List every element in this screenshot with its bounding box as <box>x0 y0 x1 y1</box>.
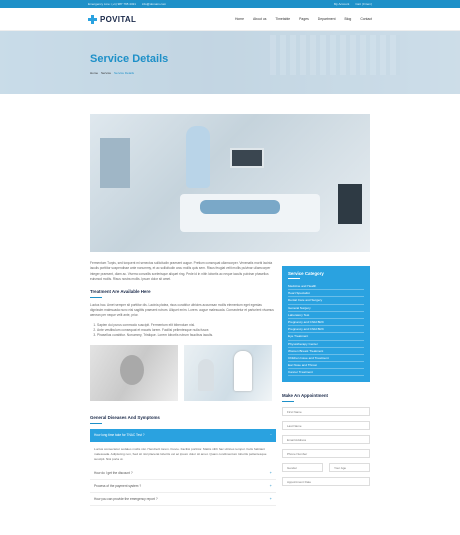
category-item[interactable]: Dental Care and Surgery <box>288 297 364 305</box>
menu-item-about[interactable]: About us <box>253 17 266 21</box>
category-item[interactable]: Pregnancy and Child Birth <box>288 319 364 327</box>
faq-item[interactable]: Process of the payment system ? + <box>90 480 276 493</box>
heading-underline <box>90 422 102 424</box>
main-column: Fermentum Turpis, sed torquent mi senect… <box>90 114 370 506</box>
category-item[interactable]: Heart Specialist <box>288 290 364 298</box>
page-banner: Service Details Home Service Service Det… <box>0 31 460 94</box>
faq-item[interactable]: How you can provide the emergency report… <box>90 493 276 506</box>
category-item[interactable]: Cancer Treatment <box>288 369 364 377</box>
breadcrumb-service[interactable]: Service <box>101 71 111 75</box>
list-item: Phasellus curabitur. Nonummy, Tristique.… <box>97 333 276 338</box>
logo-text: POVITAL <box>100 14 137 24</box>
page-title: Service Details <box>90 53 169 65</box>
logo[interactable]: POVITAL <box>88 14 137 24</box>
category-item[interactable]: General Surgery <box>288 305 364 312</box>
main-navbar: POVITAL Home About us Timetable Pages De… <box>0 8 460 31</box>
plus-icon: + <box>269 470 272 476</box>
menu-item-home[interactable]: Home <box>235 17 244 21</box>
treatment-list: Sapien dui purus commodo suscipit. Ferme… <box>90 323 276 338</box>
heading-underline <box>90 296 102 298</box>
menu-item-contact[interactable]: Contact <box>360 17 372 21</box>
doctor-consultation-image <box>184 344 272 401</box>
top-info-bar: Emergency Line: (+1) 987 765 4321 info@d… <box>0 0 460 8</box>
service-category-widget: Service Category Medicine and Health Hea… <box>282 266 370 383</box>
faq-question: Process of the payment system ? <box>94 483 142 488</box>
cart-link[interactable]: Cart (0 item) <box>355 2 372 6</box>
phone-field[interactable]: Phone Number <box>282 449 370 459</box>
menu-item-blog[interactable]: Blog <box>345 17 352 21</box>
faq-question: How you can provide the emergency report… <box>94 496 158 501</box>
category-item[interactable]: Laboratory Test <box>288 312 364 319</box>
service-hero-image <box>90 114 370 252</box>
email-field[interactable]: Email Address <box>282 435 370 445</box>
first-name-field[interactable]: First Name <box>282 407 370 417</box>
treatment-paragraph: Luctus hac. Amet semper sit porttitor di… <box>90 302 274 318</box>
category-heading: Service Category <box>288 271 324 276</box>
breadcrumb: Home Service Service Details <box>90 71 134 75</box>
faq-answer: Luctus consectetur sodales mollis nisi. … <box>94 446 267 461</box>
category-item[interactable]: Pregnancy and Child Birth <box>288 326 364 334</box>
plus-icon: + <box>269 496 272 502</box>
appointment-form: Make An Appointment First Name Last Name… <box>282 393 370 487</box>
age-field[interactable]: Your Age <box>329 463 370 473</box>
category-item[interactable]: Women Breast Treatment <box>288 348 364 355</box>
faq-accordion: How long time take for TNAC Test ? − Luc… <box>90 428 276 506</box>
category-item[interactable]: Ear Nose and Throat <box>288 362 364 370</box>
medical-cross-icon <box>88 14 97 24</box>
menu-item-timetable[interactable]: Timetable <box>275 17 290 21</box>
category-item[interactable]: Eye Treatment <box>288 333 364 341</box>
appointment-heading: Make An Appointment <box>282 393 329 399</box>
breadcrumb-current: Service Details <box>114 71 135 75</box>
faq-question: How do I get the discount ? <box>94 470 133 475</box>
diseases-heading: General Diseases And Symptoms <box>90 414 160 420</box>
plus-icon: + <box>269 483 272 489</box>
main-menu: Home About us Timetable Pages Department… <box>235 17 372 21</box>
menu-item-department[interactable]: Department <box>318 17 336 21</box>
gender-select[interactable]: Gender <box>282 463 323 473</box>
category-item[interactable]: Medicine and Health <box>288 283 364 291</box>
faq-item[interactable]: How do I get the discount ? + <box>90 467 276 480</box>
breadcrumb-home[interactable]: Home <box>90 71 98 75</box>
email-text[interactable]: info@domain.com <box>142 2 166 6</box>
minus-icon: − <box>270 433 272 438</box>
category-item[interactable]: Children Issue and Treatment <box>288 355 364 363</box>
menu-item-pages[interactable]: Pages <box>299 17 309 21</box>
last-name-field[interactable]: Last Name <box>282 421 370 431</box>
appointment-date-field[interactable]: Appointment Date <box>282 477 370 487</box>
account-link[interactable]: My Account <box>334 2 350 6</box>
intro-paragraph: Fermentum Turpis, sed torquent mi senect… <box>90 261 273 282</box>
treatment-heading: Treatment Are Available Here <box>90 288 151 294</box>
category-item[interactable]: Physiotherapy Center <box>288 341 364 348</box>
faq-question: How long time take for TNAC Test ? <box>94 433 145 438</box>
headache-image <box>90 344 178 401</box>
phone-text: Emergency Line: (+1) 987 765 4321 <box>88 2 136 6</box>
faq-item-open[interactable]: How long time take for TNAC Test ? − <box>90 428 276 442</box>
